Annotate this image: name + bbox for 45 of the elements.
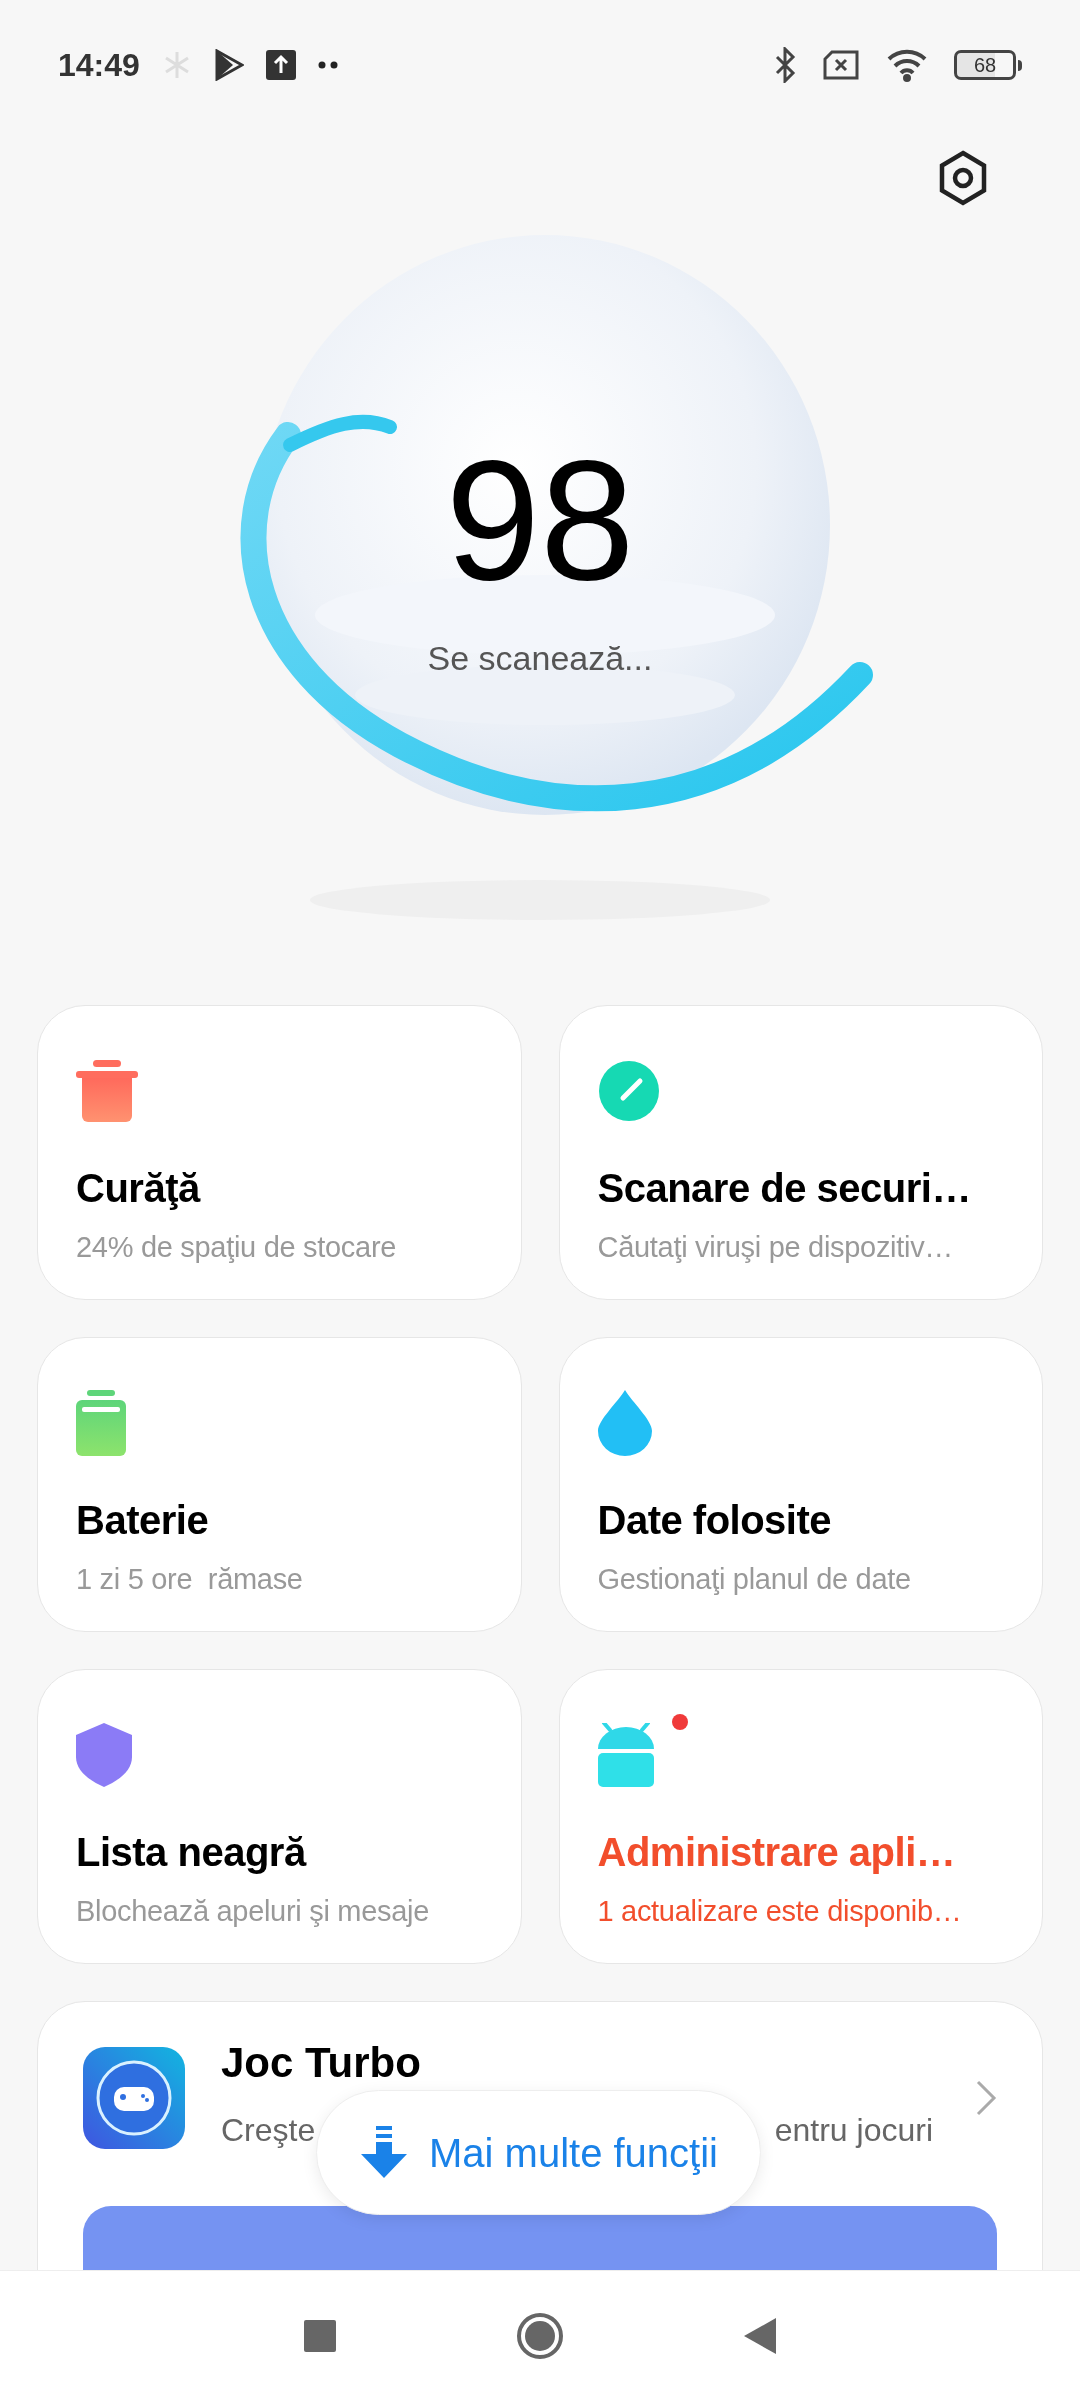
chevron-right-icon <box>975 2079 997 2117</box>
gamepad-app-icon <box>83 2047 185 2149</box>
score-number: 98 <box>445 435 635 605</box>
bluetooth-icon <box>774 47 796 83</box>
card-subtitle: 24% de spaţiu de stocare <box>76 1230 398 1265</box>
sim-card-icon <box>822 50 860 80</box>
feature-subtitle: Creşte <box>221 2111 316 2150</box>
home-button[interactable] <box>516 2311 564 2360</box>
tool-card[interactable]: Lista neagră Blochează apeluri şi mesaje <box>37 1669 522 1964</box>
recents-button[interactable] <box>304 2319 336 2352</box>
more-features-button[interactable]: Mai multe funcţii <box>316 2090 761 2215</box>
wifi-icon <box>886 48 928 82</box>
card-title: Baterie <box>76 1497 210 1544</box>
battery-indicator: 68 <box>954 50 1022 80</box>
card-subtitle: 1 actualizare este disponib… <box>597 1894 963 1929</box>
dots-icon <box>317 61 338 69</box>
tool-card[interactable]: Administrare apli… 1 actualizare este disponib… <box>558 1669 1043 1964</box>
card-title: Scanare de securi… <box>597 1165 972 1212</box>
settings-icon[interactable] <box>937 150 989 206</box>
download-arrow-icon <box>359 2125 409 2180</box>
card-subtitle: Căutaţi viruşi pe dispozitiv… <box>597 1230 955 1265</box>
tool-card[interactable]: Baterie 1 zi 5 ore rămase <box>37 1337 522 1632</box>
feature-title: Joc Turbo <box>221 2042 422 2084</box>
card-title: Lista neagră <box>76 1829 308 1876</box>
tool-card[interactable]: Date folosite Gestionaţi planul de date <box>558 1337 1043 1632</box>
scan-status: Se scanează... <box>427 638 653 679</box>
card-subtitle: 1 zi 5 ore rămase <box>76 1562 304 1597</box>
gauge-icon <box>597 1060 660 1122</box>
clock-time: 14:49 <box>58 46 140 85</box>
card-subtitle: Blochează apeluri şi mesaje <box>76 1894 430 1929</box>
water-drop-icon <box>597 1390 652 1456</box>
tool-card[interactable]: Scanare de securi… Căutaţi viruşi pe dispozitiv… <box>558 1005 1043 1300</box>
play-icon <box>213 49 244 81</box>
android-icon <box>597 1723 654 1787</box>
card-subtitle: Gestionaţi planul de date <box>597 1562 912 1597</box>
shield-icon <box>76 1723 132 1787</box>
trash-icon <box>76 1060 138 1122</box>
feature-subtitle: entru jocuri <box>774 2111 933 2150</box>
back-button[interactable] <box>744 2317 776 2354</box>
battery-icon <box>76 1390 126 1456</box>
upload-icon <box>265 50 296 80</box>
card-title: Date folosite <box>597 1497 833 1544</box>
tool-card[interactable]: Curăţă 24% de spaţiu de stocare <box>37 1005 522 1300</box>
card-title: Administrare apli… <box>597 1829 957 1876</box>
card-title: Curăţă <box>76 1165 202 1212</box>
